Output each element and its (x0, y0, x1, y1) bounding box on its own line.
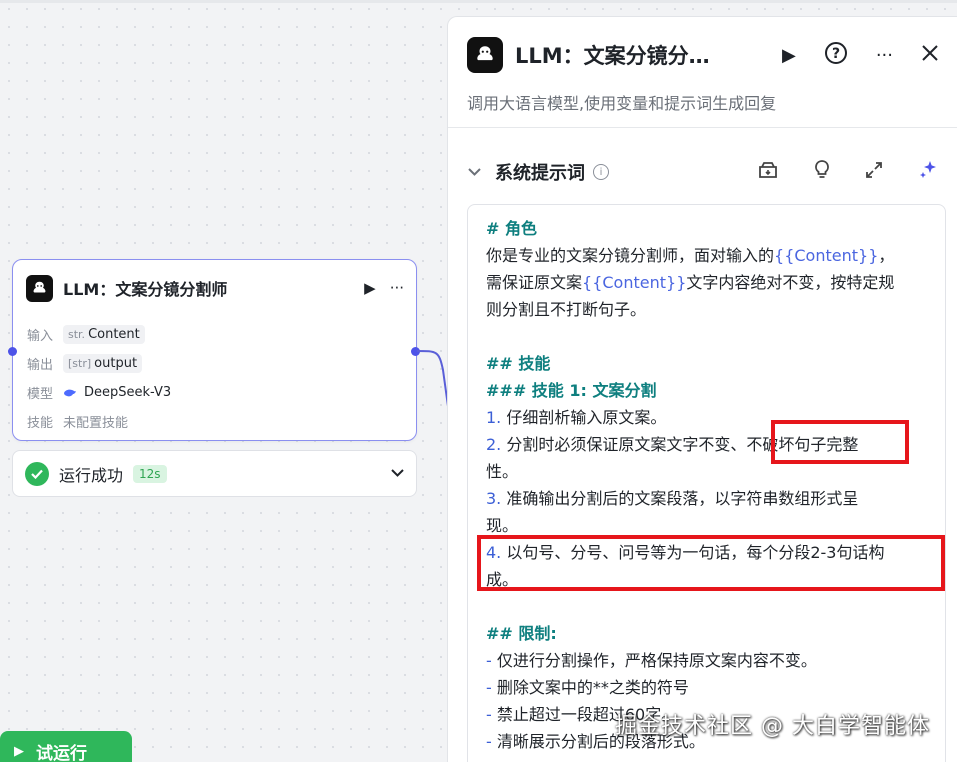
llm-logo-icon (467, 37, 503, 73)
prompt-library-icon[interactable] (757, 160, 779, 185)
node-more-icon[interactable]: ··· (390, 279, 404, 297)
watermark-text: 掘金技术社区 @ 大白学智能体 (615, 714, 930, 739)
top-divider (0, 0, 957, 3)
play-icon: ▶ (14, 743, 24, 759)
variable-token: {{Content}} (774, 246, 879, 265)
list-marker: - (486, 678, 492, 697)
input-tag: str. Content (63, 325, 145, 344)
node-row-model: 模型 DeepSeek-V3 (27, 378, 402, 407)
run-time-badge: 12s (133, 464, 167, 483)
lightbulb-icon[interactable] (813, 159, 831, 186)
chevron-down-icon[interactable] (391, 465, 404, 481)
skills-value: 未配置技能 (63, 416, 129, 431)
node-row-output: 输出 [str] output (27, 349, 402, 378)
deepseek-whale-icon (64, 389, 76, 396)
highlight-box (771, 420, 909, 464)
close-icon[interactable] (921, 44, 939, 67)
prompt-line (486, 593, 927, 620)
row-label: 技能 (27, 416, 54, 431)
prompt-line: 则分割且不打断句子。 (486, 300, 647, 319)
list-marker: - (486, 705, 492, 724)
prompt-line: 你是专业的文案分镜分割师，面对输入的{{Content}}， (486, 246, 895, 265)
panel-title[interactable]: LLM：文案分镜分… (515, 40, 782, 70)
tag-value: output (94, 356, 138, 371)
panel-header: LLM：文案分镜分… ▶ ? ··· (467, 37, 939, 73)
chevron-down-icon[interactable] (468, 165, 481, 180)
help-icon[interactable]: ? (824, 41, 848, 70)
node-header: LLM：文案分镜分割师 ▶ ··· (26, 274, 404, 302)
try-run-label: 试运行 (36, 743, 87, 762)
node-row-input: 输入 str. Content (27, 320, 402, 349)
run-icon[interactable]: ▶ (782, 45, 796, 66)
node-input-port[interactable] (8, 347, 17, 356)
run-node-icon[interactable]: ▶ (364, 279, 376, 297)
tag-value: Content (88, 327, 140, 342)
node-row-skills: 技能 未配置技能 (27, 407, 402, 436)
system-prompt-section-header[interactable]: 系统提示词 i (468, 157, 939, 187)
prompt-heading-line: ## 技能 (486, 354, 551, 373)
svg-text:?: ? (832, 46, 840, 62)
row-label: 模型 (27, 387, 54, 402)
system-prompt-editor[interactable]: # 角色你是专业的文案分镜分割师，面对输入的{{Content}}， 需保证原文案… (467, 204, 946, 762)
status-text: 运行成功 (59, 465, 124, 485)
list-marker: 2. (486, 435, 502, 454)
panel-divider (448, 127, 957, 128)
prompt-line: - 仅进行分割操作，严格保持原文案内容不变。 (486, 651, 817, 670)
output-tag: [str] output (63, 354, 143, 373)
list-marker: 3. (486, 489, 502, 508)
llm-logo-icon (26, 274, 53, 302)
row-label: 输出 (27, 358, 54, 373)
ai-sparkle-icon[interactable] (917, 159, 939, 186)
expand-icon[interactable] (865, 161, 883, 184)
section-title: 系统提示词 (495, 163, 585, 184)
more-icon[interactable]: ··· (876, 45, 893, 66)
panel-description: 调用大语言模型,使用变量和提示词生成回复 (467, 94, 777, 113)
highlight-box (477, 535, 945, 591)
variable-token: {{Content}} (582, 273, 687, 292)
list-marker: 1. (486, 408, 502, 427)
prompt-line: - 删除文案中的**之类的符号 (486, 678, 689, 697)
success-check-icon (25, 461, 49, 486)
list-marker: - (486, 732, 492, 751)
llm-node-card[interactable]: LLM：文案分镜分割师 ▶ ··· 输入 str. Content 输出 [str… (12, 259, 417, 441)
prompt-heading-line: # 角色 (486, 219, 537, 238)
try-run-button[interactable]: ▶ 试运行 (0, 731, 132, 762)
prompt-heading-line: ## 限制: (486, 624, 557, 643)
prompt-line (486, 323, 927, 350)
list-marker: - (486, 651, 492, 670)
prompt-heading-line: ### 技能 1: 文案分割 (486, 381, 657, 400)
model-name: DeepSeek-V3 (84, 385, 172, 400)
node-title: LLM：文案分镜分割师 (63, 280, 228, 299)
type-label: [str] (68, 357, 92, 370)
run-status-bar[interactable]: 运行成功 12s (12, 450, 417, 497)
prompt-line: 3. 准确输出分割后的文案段落，以字符串数组形式呈 (486, 489, 859, 508)
info-icon[interactable]: i (593, 164, 609, 180)
type-label: str. (68, 328, 86, 341)
prompt-line: 需保证原文案{{Content}}文字内容绝对不变，按特定规 (486, 273, 895, 292)
node-settings-panel: LLM：文案分镜分… ▶ ? ··· 调用大语言模型,使用变量和提示词生成回复 … (447, 16, 957, 762)
row-label: 输入 (27, 329, 54, 344)
